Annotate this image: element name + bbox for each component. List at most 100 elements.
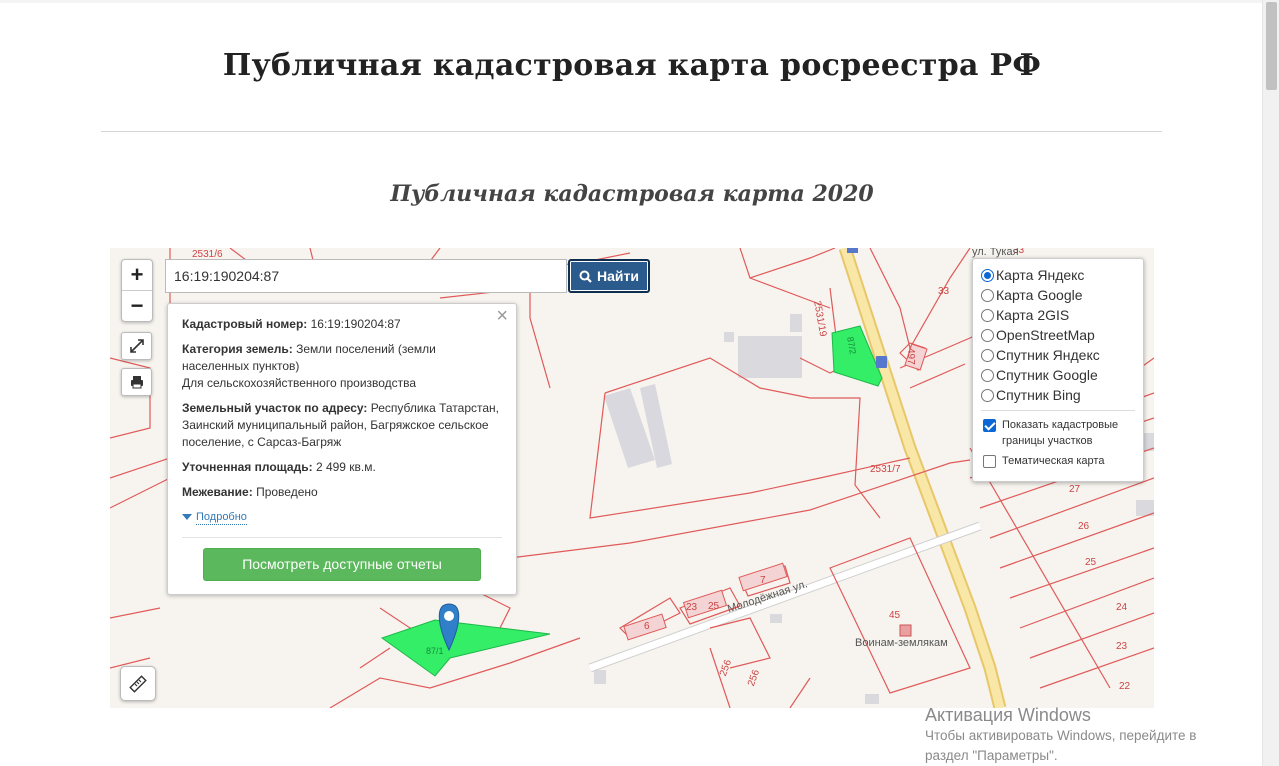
ruler-button[interactable]: [120, 666, 156, 701]
cadastral-map[interactable]: 2531/6 2531/19 33 33 497 87/2 2531/7 27 …: [110, 248, 1154, 708]
layer-label: Спутник Google: [996, 367, 1098, 383]
land-category-row: Категория земель: Земли поселений (земли…: [182, 341, 502, 392]
watermark-text: раздел "Параметры".: [925, 748, 1058, 763]
layer-option-yandex-satellite[interactable]: Спутник Яндекс: [981, 345, 1135, 365]
ruler-icon: [129, 674, 147, 693]
layer-label: OpenStreetMap: [996, 327, 1095, 343]
scrollbar-thumb[interactable]: [1266, 2, 1277, 90]
radio-button[interactable]: [981, 348, 994, 362]
layer-option-google-map[interactable]: Карта Google: [981, 285, 1135, 305]
parcel-label: 25: [1085, 557, 1097, 568]
thematic-map-toggle[interactable]: Тематическая карта: [981, 453, 1135, 469]
address-row: Земельный участок по адресу: Республика …: [182, 400, 502, 451]
expand-icon: [129, 339, 144, 353]
bus-stop-icon: [847, 248, 858, 253]
parcel-label: 27: [1069, 484, 1081, 495]
building: [770, 614, 782, 623]
show-borders-label: Показать кадастровые границы участков: [1002, 419, 1119, 447]
radio-button[interactable]: [981, 368, 994, 382]
building-label: 25: [708, 601, 720, 612]
monument-icon: [899, 624, 912, 637]
radio-button[interactable]: [981, 328, 994, 342]
parcel-87-1: [380, 619, 551, 677]
thematic-map-label: Тематическая карта: [1002, 455, 1105, 467]
page-title: Публичная кадастровая карта росреестра Р…: [222, 48, 1042, 83]
building-label: 23: [686, 602, 698, 613]
show-borders-toggle[interactable]: Показать кадастровые границы участков: [981, 417, 1135, 449]
zoom-control: + −: [121, 259, 153, 322]
title-divider: [101, 131, 1162, 132]
radio-button[interactable]: [981, 308, 994, 322]
layer-label: Спутник Яндекс: [996, 347, 1100, 363]
building: [865, 694, 879, 704]
parcel-label: 33: [938, 286, 950, 297]
parcel-label: 26: [1078, 521, 1090, 532]
layer-label: Карта 2GIS: [996, 307, 1070, 323]
layer-separator: [981, 410, 1135, 411]
search-icon: [579, 270, 592, 283]
parcel-label: 497: [905, 348, 916, 365]
cadastral-number-row: Кадастровый номер: 16:19:190204:87: [182, 316, 502, 333]
poi-label: Воинам-землякам: [855, 637, 948, 649]
layer-option-bing-satellite[interactable]: Спутник Bing: [981, 385, 1135, 405]
building-label: 45: [889, 610, 901, 621]
area-label: Уточненная площадь:: [182, 460, 313, 474]
fullscreen-button[interactable]: [121, 332, 152, 360]
radio-button[interactable]: [981, 388, 994, 402]
street-label: ул. Тукая: [972, 248, 1019, 258]
building: [738, 336, 802, 378]
building: [724, 332, 734, 342]
printer-icon: [130, 376, 143, 389]
building: [594, 670, 606, 684]
close-icon[interactable]: ×: [496, 306, 508, 326]
popup-divider: [182, 537, 502, 538]
layer-label: Спутник Bing: [996, 387, 1081, 403]
parcel-label: 2531/7: [870, 464, 901, 475]
view-reports-button[interactable]: Посмотреть доступные отчеты: [203, 548, 481, 581]
bus-stop-icon: [876, 356, 887, 368]
cadastral-number-value: 16:19:190204:87: [310, 317, 401, 331]
radio-button[interactable]: [981, 288, 994, 302]
zoom-in-button[interactable]: +: [122, 260, 152, 291]
layer-option-yandex-map[interactable]: Карта Яндекс: [981, 265, 1135, 285]
building-label: 7: [760, 575, 766, 586]
address-label: Земельный участок по адресу:: [182, 401, 368, 415]
find-button[interactable]: Найти: [568, 259, 650, 293]
building-label: 6: [644, 621, 650, 632]
layer-option-google-satellite[interactable]: Спутник Google: [981, 365, 1135, 385]
layer-option-openstreetmap[interactable]: OpenStreetMap: [981, 325, 1135, 345]
details-link-label[interactable]: Подробно: [196, 511, 247, 525]
parcel-info-popup: × Кадастровый номер: 16:19:190204:87 Кат…: [167, 303, 517, 595]
layer-label: Карта Google: [996, 287, 1083, 303]
watermark-text: Чтобы активировать Windows, перейдите в: [925, 728, 1197, 743]
layer-label: Карта Яндекс: [996, 267, 1085, 283]
area-row: Уточненная площадь: 2 499 кв.м.: [182, 459, 502, 476]
layer-switcher: Карта Яндекс Карта Google Карта 2GIS Ope…: [972, 258, 1144, 482]
chevron-down-icon: [182, 514, 192, 520]
details-link[interactable]: Подробно: [182, 509, 502, 525]
layer-option-2gis-map[interactable]: Карта 2GIS: [981, 305, 1135, 325]
parcel-label: 23: [1116, 641, 1128, 652]
print-button[interactable]: [121, 368, 152, 396]
building: [790, 314, 802, 332]
checkbox[interactable]: [983, 455, 996, 468]
watermark-title: Активация Windows: [925, 705, 1091, 725]
survey-label: Межевание:: [182, 485, 253, 499]
parcel-label: 22: [1119, 681, 1131, 692]
windows-activation-watermark: Активация Windows Чтобы активировать Win…: [925, 704, 1196, 766]
top-border: [0, 0, 1262, 3]
radio-button[interactable]: [981, 268, 994, 282]
page-scrollbar[interactable]: [1262, 0, 1279, 766]
page-subtitle: Публичная кадастровая карта 2020: [390, 181, 874, 207]
zoom-out-button[interactable]: −: [122, 291, 152, 322]
parcel-label: 87/1: [426, 646, 444, 656]
parcel-label: 24: [1116, 602, 1128, 613]
cadastral-search-input[interactable]: [165, 259, 567, 293]
find-button-label: Найти: [597, 268, 639, 284]
survey-row: Межевание: Проведено: [182, 484, 502, 501]
survey-value: Проведено: [256, 485, 318, 499]
checkbox[interactable]: [983, 419, 996, 432]
land-use-value: Для сельскохозяйственного производства: [182, 376, 417, 390]
cadastral-number-label: Кадастровый номер:: [182, 317, 308, 331]
land-category-label: Категория земель:: [182, 342, 293, 356]
